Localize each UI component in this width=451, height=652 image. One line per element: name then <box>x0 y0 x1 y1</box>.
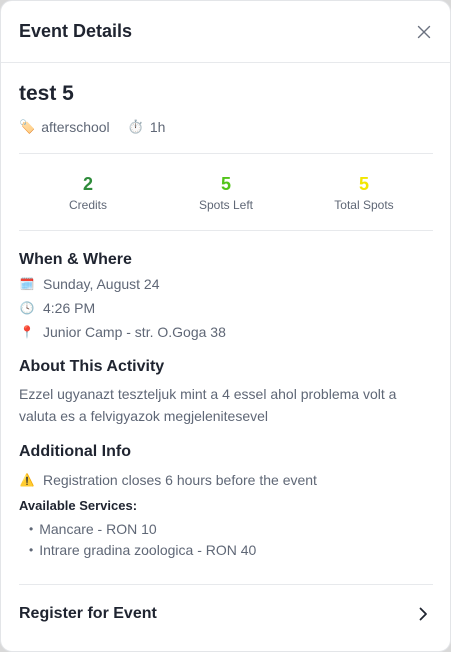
date-row: 🗓️ Sunday, August 24 <box>19 272 433 296</box>
time-row: 🕓 4:26 PM <box>19 296 433 320</box>
close-icon <box>417 25 431 38</box>
clock-icon: 🕓 <box>19 301 35 315</box>
event-title: test 5 <box>19 82 74 105</box>
about-description: Ezzel ugyanazt teszteljuk mint a 4 essel… <box>19 386 397 424</box>
warning-icon: ⚠️ <box>19 473 35 487</box>
pin-icon: 📍 <box>19 325 35 339</box>
event-date: Sunday, August 24 <box>43 276 160 292</box>
duration-label: 1h <box>149 119 166 135</box>
category-tag: 🏷️ afterschool <box>19 119 110 135</box>
duration-tag: ⏱️ 1h <box>128 119 166 135</box>
stopwatch-icon: ⏱️ <box>127 119 144 134</box>
spots-left-value: 5 <box>220 173 231 194</box>
about-heading: About This Activity <box>19 358 165 375</box>
services-list: • Mancare - RON 10 • Intrare gradina zoo… <box>19 519 433 561</box>
bullet-icon: • <box>29 522 34 536</box>
divider <box>19 230 433 231</box>
location-row: 📍 Junior Camp - str. O.Goga 38 <box>19 320 433 344</box>
additional-info-heading: Additional Info <box>19 443 131 460</box>
chevron-right-icon <box>415 606 431 622</box>
modal-title: Event Details <box>19 21 133 41</box>
credits-label: Credits <box>68 197 107 212</box>
registration-warning: ⚠️ Registration closes 6 hours before th… <box>19 468 433 492</box>
close-button[interactable] <box>414 22 434 42</box>
register-button[interactable]: Register for Event <box>19 585 433 643</box>
modal-header: Event Details <box>1 1 450 63</box>
when-where-heading: When & Where <box>19 251 132 268</box>
service-text: Mancare - RON 10 <box>39 521 157 537</box>
spots-left-label: Spots Left <box>198 197 254 212</box>
stats-row: 2 Credits 5 Spots Left 5 Total Spots <box>19 154 433 230</box>
service-text: Intrare gradina zoologica - RON 40 <box>39 542 257 558</box>
stat-total-spots: 5 Total Spots <box>295 173 433 212</box>
available-services-label: Available Services: <box>19 498 138 513</box>
register-label: Register for Event <box>19 605 157 622</box>
service-item: • Mancare - RON 10 <box>29 519 433 540</box>
event-location: Junior Camp - str. O.Goga 38 <box>43 324 226 340</box>
event-details-modal: Event Details test 5 🏷️ afterschool ⏱️ 1… <box>0 0 451 652</box>
total-spots-value: 5 <box>358 173 369 194</box>
stat-credits: 2 Credits <box>19 173 157 212</box>
category-label: afterschool <box>41 119 110 135</box>
tag-icon: 🏷️ <box>19 119 36 134</box>
event-tags: 🏷️ afterschool ⏱️ 1h <box>19 117 433 137</box>
bullet-icon: • <box>29 543 34 557</box>
event-time: 4:26 PM <box>43 300 96 316</box>
calendar-icon: 🗓️ <box>19 277 35 291</box>
total-spots-label: Total Spots <box>334 197 394 212</box>
service-item: • Intrare gradina zoologica - RON 40 <box>29 540 433 561</box>
stat-spots-left: 5 Spots Left <box>157 173 295 212</box>
warning-text: Registration closes 6 hours before the e… <box>43 472 317 488</box>
credits-value: 2 <box>82 173 93 194</box>
modal-body: test 5 🏷️ afterschool ⏱️ 1h 2 Credits 5 … <box>1 81 450 643</box>
